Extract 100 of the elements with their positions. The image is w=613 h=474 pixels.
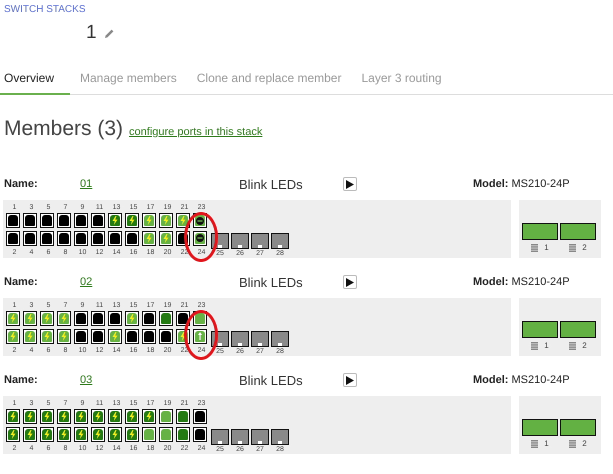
port[interactable] bbox=[142, 213, 156, 228]
port[interactable] bbox=[108, 426, 122, 442]
port[interactable] bbox=[142, 409, 156, 424]
port[interactable] bbox=[125, 213, 139, 228]
port[interactable] bbox=[159, 311, 173, 326]
play-button[interactable] bbox=[343, 177, 357, 191]
port[interactable] bbox=[57, 409, 71, 424]
port[interactable] bbox=[40, 311, 54, 326]
configure-ports-link[interactable]: configure ports in this stack bbox=[129, 126, 262, 138]
port[interactable] bbox=[74, 426, 88, 442]
power-supply-icon bbox=[531, 244, 538, 252]
port[interactable] bbox=[108, 230, 122, 246]
power-supply-icon bbox=[531, 342, 538, 350]
port[interactable] bbox=[23, 213, 37, 228]
port[interactable] bbox=[91, 426, 105, 442]
port[interactable] bbox=[91, 328, 105, 344]
lightning-icon bbox=[129, 216, 135, 226]
tab[interactable]: Overview bbox=[0, 65, 70, 95]
sfp-port[interactable] bbox=[271, 233, 289, 249]
port[interactable] bbox=[23, 311, 37, 326]
port[interactable] bbox=[176, 409, 190, 424]
stack-name: 1 bbox=[86, 22, 97, 44]
port[interactable] bbox=[159, 409, 173, 424]
port[interactable] bbox=[6, 230, 20, 246]
port[interactable] bbox=[74, 409, 88, 424]
port[interactable] bbox=[125, 230, 139, 246]
sfp-port[interactable] bbox=[271, 331, 289, 347]
port[interactable] bbox=[193, 409, 207, 424]
tab[interactable]: Clone and replace member bbox=[186, 65, 352, 95]
port[interactable] bbox=[193, 328, 207, 344]
port[interactable] bbox=[74, 213, 88, 228]
power-supply bbox=[560, 419, 596, 436]
port[interactable] bbox=[142, 230, 156, 246]
port[interactable] bbox=[6, 328, 20, 344]
sfp-port[interactable] bbox=[251, 429, 269, 445]
play-button[interactable] bbox=[343, 373, 357, 387]
port[interactable] bbox=[142, 328, 156, 344]
sfp-port[interactable] bbox=[251, 233, 269, 249]
port[interactable] bbox=[6, 311, 20, 326]
port[interactable] bbox=[74, 230, 88, 246]
port[interactable] bbox=[40, 328, 54, 344]
port[interactable] bbox=[23, 230, 37, 246]
member-name-link[interactable]: 02 bbox=[80, 276, 239, 288]
port[interactable] bbox=[108, 311, 122, 326]
port[interactable] bbox=[57, 213, 71, 228]
port[interactable] bbox=[40, 230, 54, 246]
port[interactable] bbox=[57, 426, 71, 442]
port[interactable] bbox=[108, 409, 122, 424]
power-supply-icon bbox=[531, 440, 538, 448]
port[interactable] bbox=[91, 409, 105, 424]
tab[interactable]: Layer 3 routing bbox=[351, 65, 452, 95]
port[interactable] bbox=[23, 328, 37, 344]
port[interactable] bbox=[159, 328, 173, 344]
port[interactable] bbox=[159, 426, 173, 442]
port[interactable] bbox=[57, 328, 71, 344]
member-name-link[interactable]: 01 bbox=[80, 178, 239, 190]
tab[interactable]: Manage members bbox=[70, 65, 187, 95]
sfp-port[interactable] bbox=[271, 429, 289, 445]
port[interactable] bbox=[91, 311, 105, 326]
port[interactable] bbox=[91, 213, 105, 228]
sfp-port[interactable] bbox=[251, 331, 269, 347]
port[interactable] bbox=[159, 213, 173, 228]
port[interactable] bbox=[142, 311, 156, 326]
port[interactable] bbox=[74, 328, 88, 344]
sfp-port[interactable] bbox=[231, 429, 249, 445]
port[interactable] bbox=[108, 328, 122, 344]
port[interactable] bbox=[40, 409, 54, 424]
port[interactable] bbox=[40, 426, 54, 442]
port[interactable] bbox=[91, 230, 105, 246]
power-supply bbox=[522, 419, 558, 436]
member-name-link[interactable]: 03 bbox=[80, 374, 239, 386]
port[interactable] bbox=[176, 426, 190, 442]
port[interactable] bbox=[108, 213, 122, 228]
port[interactable] bbox=[193, 426, 207, 442]
sfp-port[interactable] bbox=[231, 233, 249, 249]
sfp-port[interactable] bbox=[211, 429, 229, 445]
sfp-port[interactable] bbox=[231, 331, 249, 347]
play-button[interactable] bbox=[343, 275, 357, 289]
port[interactable] bbox=[74, 311, 88, 326]
port[interactable] bbox=[6, 409, 20, 424]
port[interactable] bbox=[6, 213, 20, 228]
port[interactable] bbox=[125, 328, 139, 344]
port[interactable] bbox=[23, 409, 37, 424]
name-label: Name: bbox=[4, 178, 39, 190]
port[interactable] bbox=[125, 426, 139, 442]
port[interactable] bbox=[57, 311, 71, 326]
port[interactable] bbox=[6, 426, 20, 442]
breadcrumb[interactable]: SWITCH STACKS bbox=[0, 0, 613, 15]
port[interactable] bbox=[40, 213, 54, 228]
port[interactable] bbox=[125, 409, 139, 424]
port[interactable] bbox=[159, 230, 173, 246]
port[interactable] bbox=[125, 311, 139, 326]
port[interactable] bbox=[57, 230, 71, 246]
pencil-icon[interactable] bbox=[104, 28, 114, 38]
port[interactable] bbox=[193, 230, 207, 246]
port[interactable] bbox=[176, 311, 190, 326]
port[interactable] bbox=[176, 213, 190, 228]
lightning-icon bbox=[112, 216, 118, 226]
port[interactable] bbox=[142, 426, 156, 442]
port[interactable] bbox=[23, 426, 37, 442]
